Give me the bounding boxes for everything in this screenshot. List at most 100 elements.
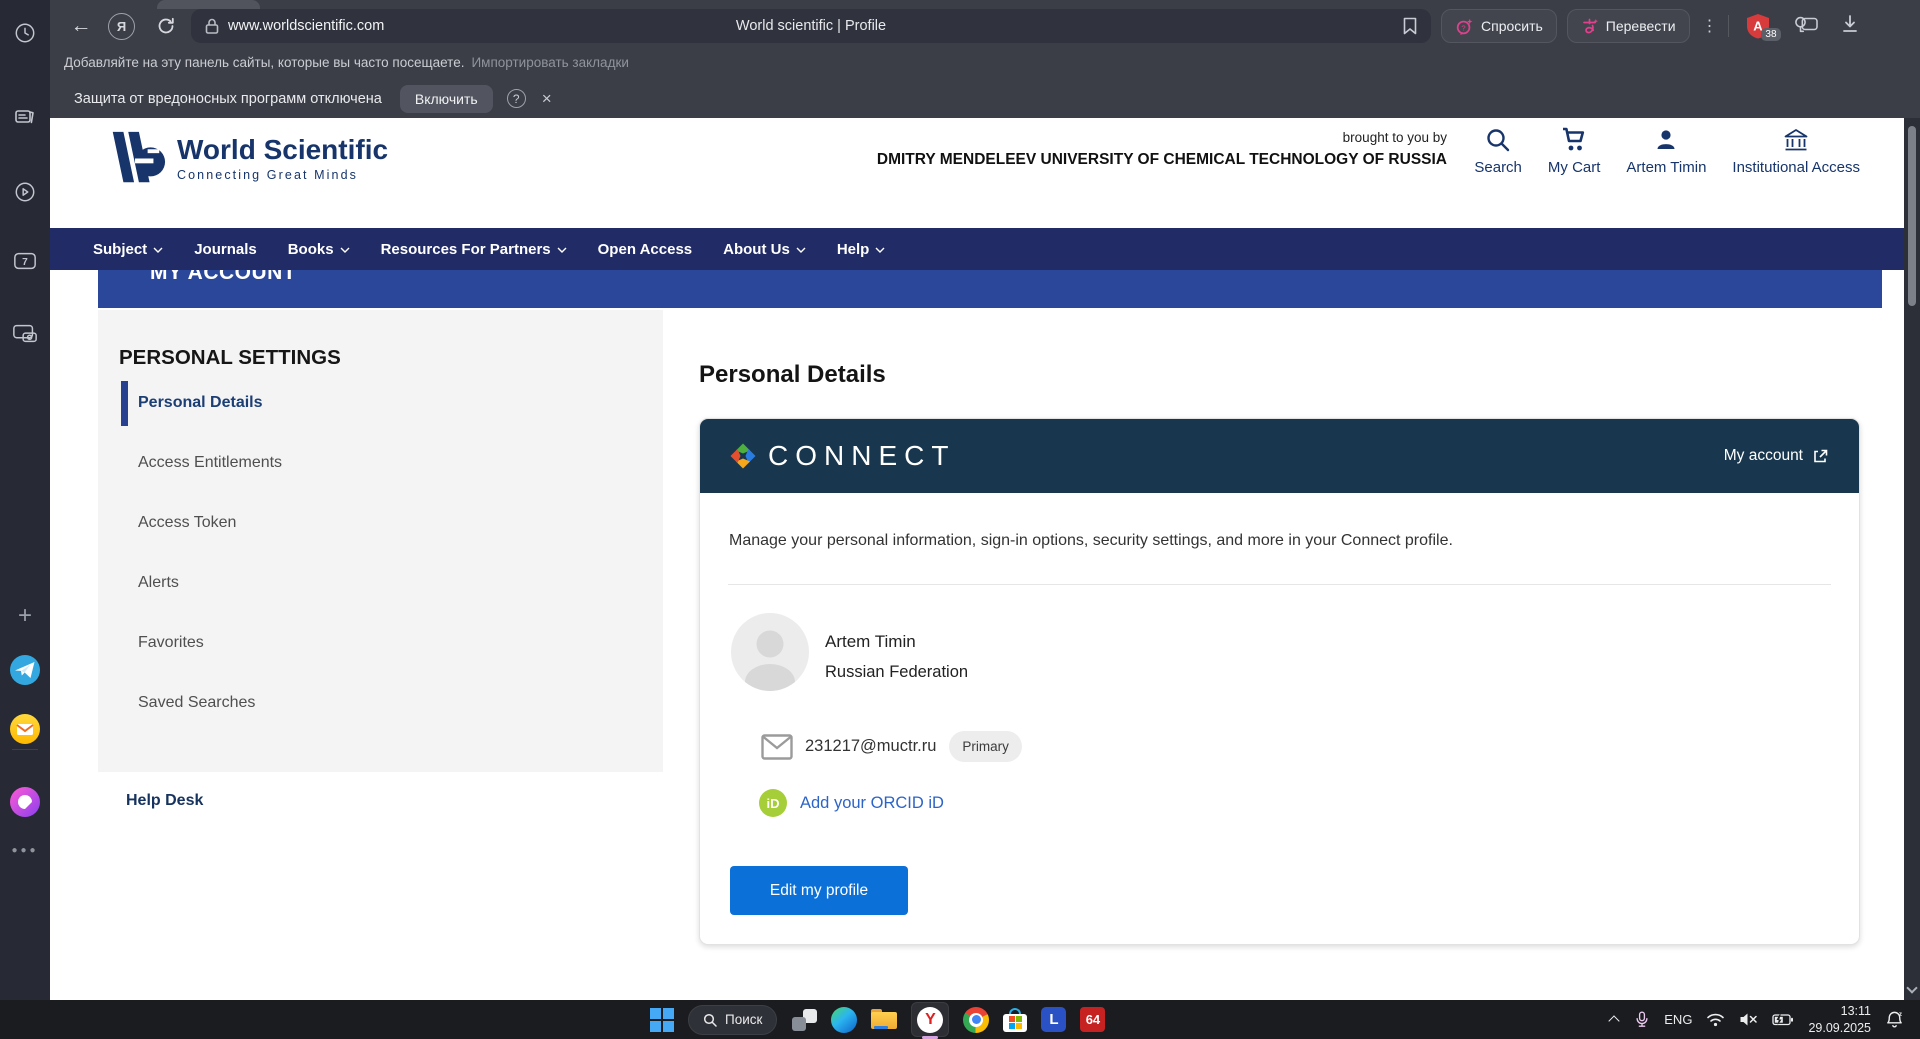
nav-books[interactable]: Books <box>288 241 350 258</box>
settings-item-access-token[interactable]: Access Token <box>98 493 663 553</box>
nav-about-us[interactable]: About Us <box>723 241 806 258</box>
yandex-mail-icon[interactable] <box>0 714 50 744</box>
volume-muted-icon[interactable] <box>1739 1012 1758 1027</box>
close-warning-icon[interactable]: × <box>542 89 552 109</box>
help-desk-link[interactable]: Help Desk <box>126 792 203 810</box>
settings-item-access-entitlements[interactable]: Access Entitlements <box>98 433 663 493</box>
web-page: World Scientific Connecting Great Minds … <box>50 118 1920 1000</box>
edge-icon[interactable] <box>831 1007 857 1033</box>
nav-journals[interactable]: Journals <box>194 241 257 258</box>
more-icon[interactable]: ●●● <box>0 845 50 856</box>
nav-resources-for-partners[interactable]: Resources For Partners <box>381 241 567 258</box>
svg-text:7: 7 <box>22 257 28 268</box>
nav-label: Resources For Partners <box>381 241 551 258</box>
enable-protection-button[interactable]: Включить <box>400 85 493 113</box>
file-explorer-icon[interactable] <box>871 1009 897 1030</box>
add-orcid-link[interactable]: Add your ORCID iD <box>800 794 944 813</box>
ask-ai-button[interactable]: ? Спросить <box>1441 9 1557 43</box>
nav-help[interactable]: Help <box>837 241 886 258</box>
settings-item-favorites[interactable]: Favorites <box>98 613 663 673</box>
import-bookmarks-link[interactable]: Импортировать закладки <box>471 55 628 70</box>
nav-label: About Us <box>723 241 790 258</box>
taskbar-clock[interactable]: 13:11 29.09.2025 <box>1808 1003 1871 1036</box>
task-view-button[interactable] <box>791 1008 817 1032</box>
external-link-icon <box>1812 448 1829 465</box>
yandex-browser-icon[interactable]: Y <box>911 1002 949 1037</box>
wifi-icon[interactable] <box>1706 1012 1725 1027</box>
settings-item-personal-details[interactable]: Personal Details <box>98 373 663 433</box>
email-icon <box>761 734 793 760</box>
feed-icon[interactable] <box>0 104 50 128</box>
settings-item-alerts[interactable]: Alerts <box>98 553 663 613</box>
my-account-link[interactable]: My account <box>1724 447 1829 465</box>
svg-text:z: z <box>1899 1011 1903 1018</box>
world-scientific-logo[interactable]: World Scientific Connecting Great Minds <box>105 129 388 187</box>
active-item-indicator <box>121 381 128 426</box>
scrollbar-thumb[interactable] <box>1908 126 1916 306</box>
windows-taskbar: Поиск Y L 64 ENG 13:11 <box>0 1000 1920 1039</box>
scroll-down-icon[interactable] <box>1906 982 1917 993</box>
notification-bell-icon[interactable]: z <box>1885 1010 1904 1029</box>
back-button[interactable]: ← <box>64 14 98 38</box>
settings-panel-title: PERSONAL SETTINGS <box>119 346 663 370</box>
divider <box>728 584 1831 585</box>
tray-expand-icon[interactable] <box>1610 1016 1620 1023</box>
adguard-badge: 38 <box>1761 28 1780 41</box>
yandex-home-button[interactable]: Я <box>108 13 135 40</box>
cart-icon <box>1560 127 1588 153</box>
header-account[interactable]: Artem Timin <box>1626 127 1706 176</box>
address-bar[interactable]: www.worldscientific.com World scientific… <box>191 9 1431 43</box>
warning-text: Защита от вредоносных программ отключена <box>74 91 382 107</box>
microphone-icon[interactable] <box>1634 1010 1650 1030</box>
lock-icon <box>204 17 220 35</box>
add-panel-icon[interactable]: + <box>0 602 50 630</box>
header-cart[interactable]: My Cart <box>1548 127 1601 176</box>
ask-sparkle-icon: ? <box>1455 17 1474 36</box>
main-navigation: Subject Journals Books Resources For Par… <box>50 228 1920 270</box>
settings-item-label: Alerts <box>138 574 179 592</box>
yandex-letter: Y <box>917 1007 943 1033</box>
refresh-button[interactable] <box>151 16 181 36</box>
screenshot-icon[interactable] <box>0 323 50 345</box>
adguard-extension-icon[interactable]: A 38 <box>1745 13 1771 39</box>
nav-open-access[interactable]: Open Access <box>598 241 693 258</box>
screen: 7 + ●●● ← Я <box>0 0 1920 1039</box>
alice-icon[interactable] <box>0 787 50 817</box>
header-search[interactable]: Search <box>1474 127 1522 176</box>
page-scrollbar[interactable] <box>1904 118 1920 1000</box>
microsoft-store-icon[interactable] <box>1003 1007 1027 1033</box>
settings-item-saved-searches[interactable]: Saved Searches <box>98 673 663 733</box>
telegram-icon[interactable] <box>0 655 50 685</box>
chrome-icon[interactable] <box>963 1007 989 1033</box>
translate-button[interactable]: Перевести <box>1567 9 1690 43</box>
language-indicator[interactable]: ENG <box>1664 1012 1692 1027</box>
rail-divider <box>12 749 38 750</box>
avatar <box>731 613 809 691</box>
app-64-icon[interactable]: 64 <box>1080 1007 1105 1032</box>
chevron-down-icon <box>340 247 350 253</box>
nav-label: Help <box>837 241 870 258</box>
downloads-icon[interactable] <box>1841 14 1859 39</box>
l-app-icon[interactable]: L <box>1041 1007 1066 1032</box>
edit-profile-button[interactable]: Edit my profile <box>730 866 908 915</box>
search-label: Search <box>1474 159 1522 176</box>
header-institutional-access[interactable]: Institutional Access <box>1732 127 1860 176</box>
help-icon[interactable]: ? <box>507 89 526 108</box>
settings-item-label: Favorites <box>138 634 204 652</box>
widget-7-icon[interactable]: 7 <box>0 251 50 271</box>
brand-name: World Scientific <box>177 135 388 166</box>
connect-profile-card: CONNECT My account Manage your personal … <box>699 418 1860 945</box>
settings-item-label: Access Token <box>138 514 236 532</box>
ask-label: Спросить <box>1481 18 1543 34</box>
browser-menu-icon[interactable]: ⋮ <box>1702 16 1716 36</box>
taskbar-search[interactable]: Поиск <box>688 1005 777 1035</box>
history-icon[interactable] <box>0 22 50 44</box>
bookmark-icon[interactable] <box>1403 17 1417 35</box>
password-manager-icon[interactable] <box>1793 13 1819 40</box>
video-icon[interactable] <box>0 181 50 203</box>
search-icon <box>1485 127 1511 153</box>
start-button[interactable] <box>650 1008 674 1032</box>
nav-subject[interactable]: Subject <box>93 241 163 258</box>
cart-label: My Cart <box>1548 159 1601 176</box>
battery-icon[interactable] <box>1772 1012 1794 1027</box>
